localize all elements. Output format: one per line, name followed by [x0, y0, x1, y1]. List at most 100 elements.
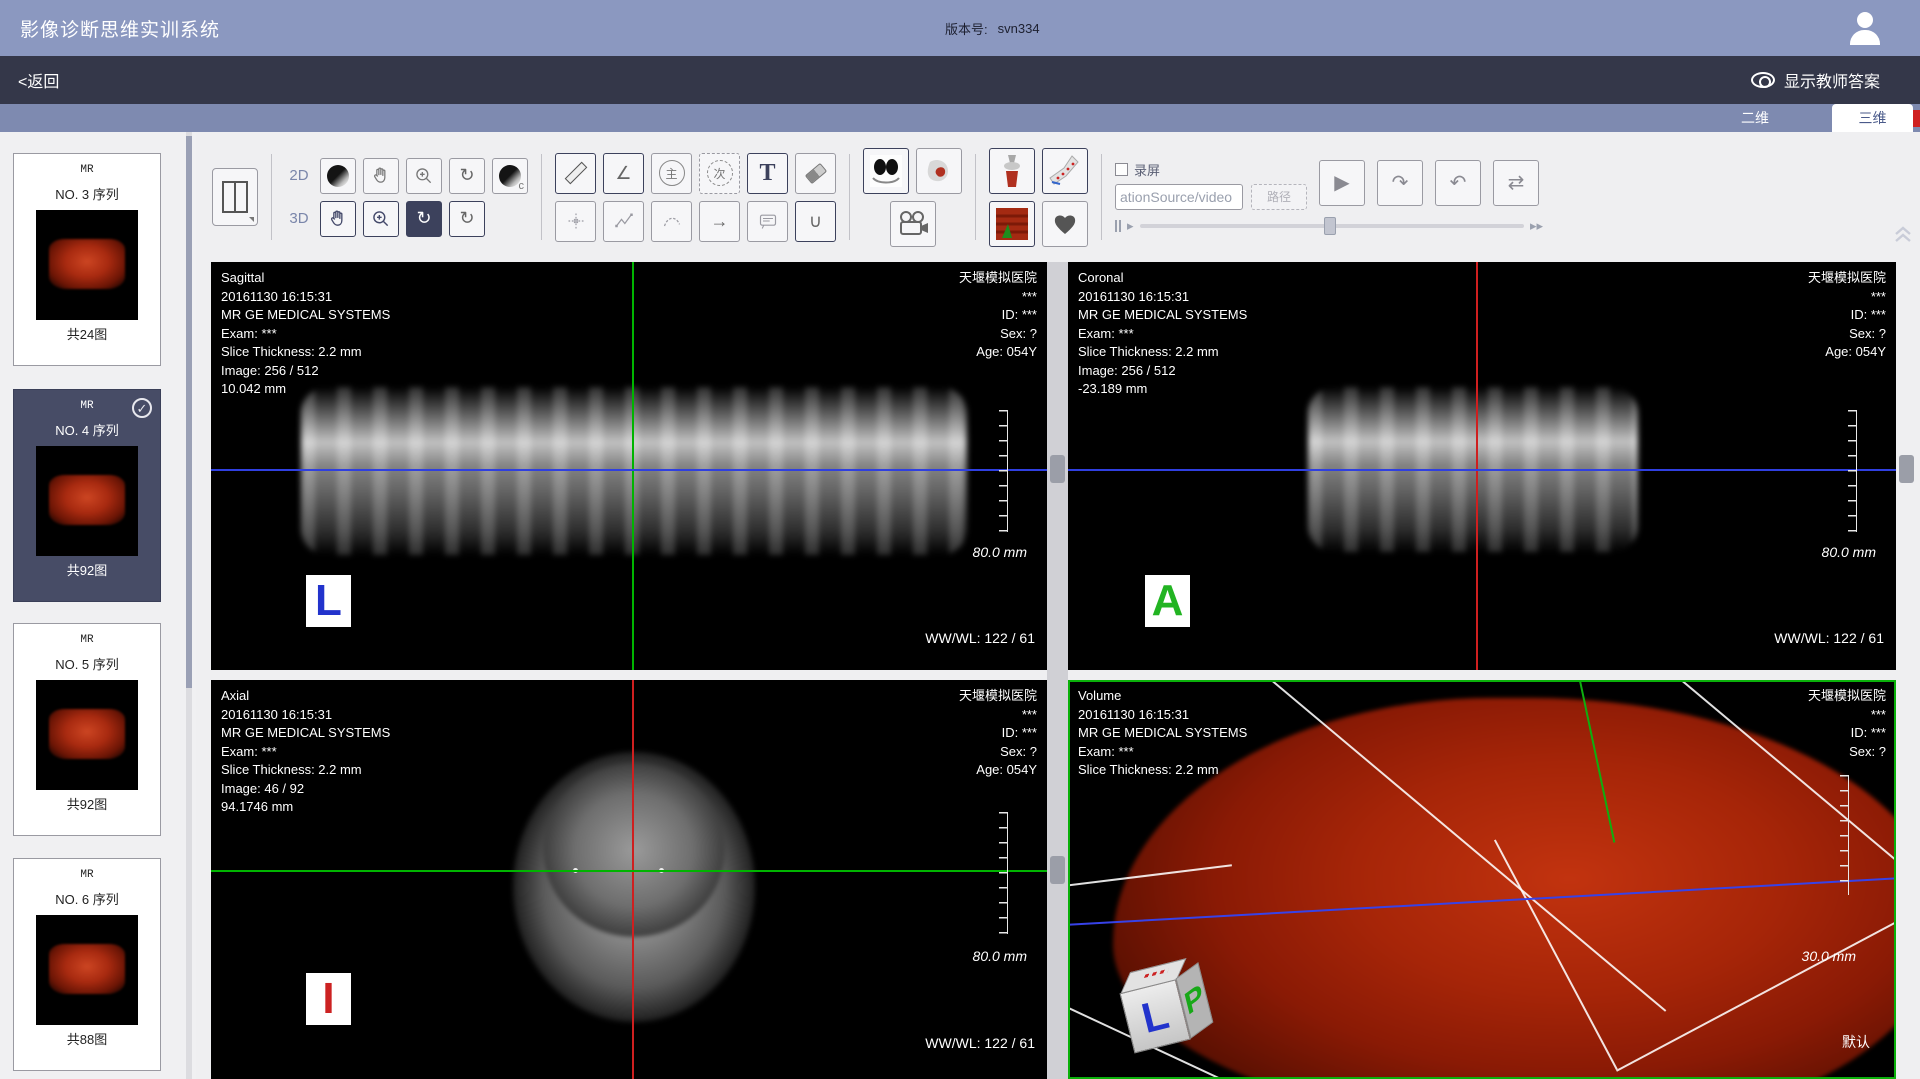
record-screen-label: 录屏 — [1134, 160, 1160, 179]
window-level-readout: WW/WL: 122 / 61 — [925, 1035, 1035, 1051]
series-thumbnail — [36, 446, 138, 556]
heart-icon — [1052, 211, 1078, 237]
heart-preset-button[interactable] — [1042, 201, 1088, 247]
collapse-toolbar-button[interactable] — [1892, 224, 1914, 249]
scale-ruler — [1840, 775, 1849, 895]
app-root: 影像诊断思维实训系统 版本号: svn334 <返回 显示教师答案 二维 三维 … — [0, 0, 1920, 1079]
coronal-info-left: Coronal 20161130 16:15:31 MR GE MEDICAL … — [1078, 269, 1247, 399]
viewport-coronal[interactable]: Coronal 20161130 16:15:31 MR GE MEDICAL … — [1068, 262, 1896, 670]
rotate-left-icon: ↶ — [1450, 170, 1467, 195]
tab-3d[interactable]: 三维 — [1832, 104, 1913, 132]
reset-view-button[interactable]: ↻ — [449, 201, 485, 237]
divider — [271, 154, 272, 240]
polyline-icon — [614, 211, 634, 231]
series-name: NO. 5 序列 — [14, 654, 160, 673]
crosshair-horizontal-green[interactable] — [211, 870, 1047, 872]
roi-secondary-icon: 次 — [707, 160, 733, 186]
volume-info-right: 天堰模拟医院 *** ID: *** Sex: ? — [1808, 687, 1886, 761]
slice-drag-handle[interactable] — [1050, 856, 1065, 884]
show-teacher-answer-button[interactable]: 显示教师答案 — [1751, 68, 1880, 92]
sagittal-info-left: Sagittal 20161130 16:15:31 MR GE MEDICAL… — [221, 269, 390, 399]
curve-tool-button[interactable] — [651, 201, 692, 242]
path-button[interactable]: 路径 — [1251, 184, 1307, 210]
series-thumbnail — [36, 210, 138, 320]
slider-step-forward-icon[interactable]: ▸ — [1127, 218, 1134, 234]
viewport-sagittal[interactable]: Sagittal 20161130 16:15:31 MR GE MEDICAL… — [211, 262, 1047, 670]
u-curve-icon: ∪ — [809, 211, 822, 232]
slider-thumb[interactable] — [1324, 217, 1336, 235]
window-level-reset-button[interactable]: c — [492, 158, 528, 194]
viewport-splitter[interactable] — [1047, 262, 1068, 1079]
comment-tool-button[interactable] — [747, 201, 788, 242]
zoom-3d-button[interactable] — [363, 201, 399, 237]
crosshair-vertical-red[interactable] — [632, 680, 634, 1079]
slider-end-icon[interactable]: ▸▸ — [1530, 218, 1543, 234]
jaw-preset-button[interactable] — [916, 148, 962, 194]
window-level-button[interactable] — [320, 158, 356, 194]
viewport-volume[interactable]: Volume 20161130 16:15:31 MR GE MEDICAL S… — [1068, 680, 1896, 1079]
window-level-icon — [327, 165, 349, 187]
series-name: NO. 4 序列 — [14, 420, 160, 439]
series-card-4[interactable]: ✓ MR NO. 4 序列 共92图 — [13, 389, 161, 602]
back-button[interactable]: <返回 — [18, 68, 59, 92]
knee-preset-button[interactable] — [989, 148, 1035, 194]
series-card-3[interactable]: MR NO. 3 序列 共24图 — [13, 153, 161, 366]
play-icon: ▶ — [1334, 170, 1349, 195]
sidebar-scrollbar[interactable] — [186, 132, 192, 1079]
viewport-axial[interactable]: Axial 20161130 16:15:31 MR GE MEDICAL SY… — [211, 680, 1047, 1079]
text-annotation-button[interactable]: T — [747, 153, 788, 194]
muscle-preset-button[interactable] — [989, 201, 1035, 247]
roi-secondary-button[interactable]: 次 — [699, 153, 740, 194]
slider-track[interactable] — [1140, 224, 1524, 228]
reset-sub-label: c — [519, 180, 525, 192]
foot-preset-button[interactable] — [1042, 148, 1088, 194]
rotate-3d-button[interactable]: ↻ — [406, 201, 442, 237]
scale-ruler — [999, 812, 1008, 934]
polyline-tool-button[interactable] — [603, 201, 644, 242]
lung-icon — [869, 154, 903, 188]
tab-2d[interactable]: 二维 — [1720, 104, 1790, 132]
record-screen-checkbox[interactable] — [1115, 163, 1128, 176]
rotate-left-animation-button[interactable]: ↶ — [1435, 160, 1481, 206]
slider-start-icon[interactable] — [1115, 220, 1121, 232]
angle-tool-button[interactable]: ∠ — [603, 153, 644, 194]
crosshair-vertical-green[interactable] — [632, 262, 634, 670]
series-count: 共92图 — [14, 560, 160, 579]
record-camera-button[interactable] — [890, 201, 936, 247]
layout-button[interactable] — [212, 168, 258, 226]
bone-presets — [989, 148, 1088, 247]
user-icon[interactable] — [1848, 12, 1882, 46]
divider — [1101, 154, 1102, 240]
series-card-5[interactable]: MR NO. 5 序列 共92图 — [13, 623, 161, 836]
orientation-marker-I: I — [306, 973, 351, 1025]
crosshair-vertical-red[interactable] — [1476, 262, 1478, 670]
rotate-right-animation-button[interactable]: ↷ — [1377, 160, 1423, 206]
arrow-tool-button[interactable]: → — [699, 201, 740, 242]
swap-direction-button[interactable]: ⇄ — [1493, 160, 1539, 206]
crosshair-tool-button[interactable] — [555, 201, 596, 242]
series-name: NO. 3 序列 — [14, 184, 160, 203]
scale-ruler — [999, 410, 1008, 532]
comment-icon — [758, 211, 778, 231]
roi-main-button[interactable]: 主 — [651, 153, 692, 194]
crosshair-horizontal-blue[interactable] — [211, 469, 1047, 471]
window-level-readout: WW/WL: 122 / 61 — [1774, 630, 1884, 646]
axial-info-right: 天堰模拟医院 *** ID: *** Sex: ? Age: 054Y — [959, 687, 1037, 780]
rotate-icon: ↻ — [459, 165, 474, 186]
video-path-input[interactable] — [1115, 184, 1243, 210]
cobb-angle-button[interactable]: ∪ — [795, 201, 836, 242]
ruler-tool-button[interactable] — [555, 153, 596, 194]
slice-drag-handle[interactable] — [1899, 455, 1914, 483]
zoom-2d-button[interactable] — [406, 158, 442, 194]
slice-drag-handle[interactable] — [1050, 455, 1065, 483]
series-card-6[interactable]: MR NO. 6 序列 共88图 — [13, 858, 161, 1071]
sidebar-scrollbar-thumb[interactable] — [186, 136, 192, 688]
crosshair-horizontal-blue[interactable] — [1068, 469, 1896, 471]
lung-preset-button[interactable] — [863, 148, 909, 194]
pan-2d-button[interactable] — [363, 158, 399, 194]
eraser-button[interactable] — [795, 153, 836, 194]
pan-3d-button[interactable] — [320, 201, 356, 237]
play-animation-button[interactable]: ▶ — [1319, 160, 1365, 206]
rotate-2d-button[interactable]: ↻ — [449, 158, 485, 194]
divider — [541, 154, 542, 240]
